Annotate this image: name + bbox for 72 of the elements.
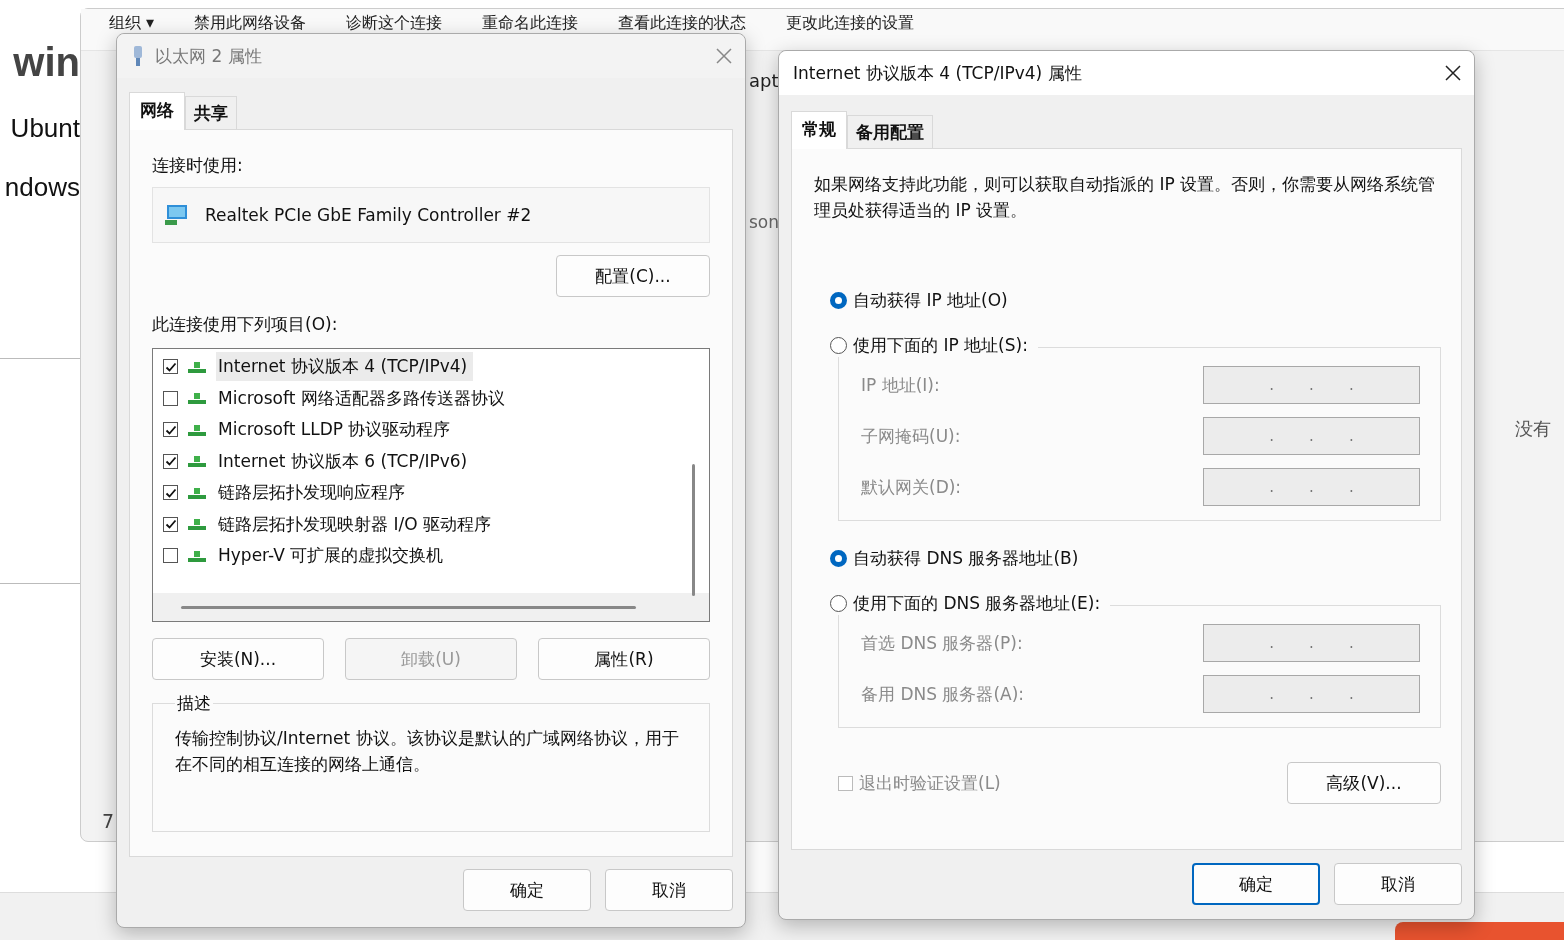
page-text: ndows — [4, 172, 80, 203]
group-title: 描述 — [176, 692, 212, 715]
scrollbar[interactable] — [692, 464, 695, 596]
tab[interactable]: 备用配置 — [847, 115, 933, 149]
ip-address-field[interactable]: . . . — [1203, 675, 1420, 713]
tab[interactable]: 共享 — [185, 96, 237, 130]
checkbox[interactable] — [163, 516, 178, 532]
adapter-text: apt — [749, 70, 779, 91]
ip-address-field[interactable]: . . . — [1203, 417, 1420, 455]
preview-text: 没有 — [1515, 417, 1551, 441]
action-button[interactable]: 属性(R) — [538, 638, 710, 680]
field-label: 子网掩码(U): — [861, 424, 961, 448]
field-label: 首选 DNS 服务器(P): — [861, 631, 1023, 655]
ip-address-field[interactable]: . . . — [1203, 366, 1420, 404]
network-component-icon — [188, 485, 206, 500]
toolbar-item[interactable]: 更改此连接的设置 — [786, 13, 915, 50]
section-label: 连接时使用: — [152, 154, 244, 177]
radio-button[interactable] — [830, 292, 847, 309]
option-label: 自动获得 DNS 服务器地址(B) — [853, 547, 1079, 570]
list-item[interactable]: Internet 协议版本 6 (TCP/IPv6) — [216, 446, 474, 476]
option-label: 使用下面的 IP 地址(S): — [853, 334, 1028, 357]
checkbox[interactable] — [163, 422, 178, 438]
list-item[interactable]: Microsoft 网络适配器多路传送器协议 — [216, 383, 511, 413]
ip-address-field[interactable]: . . . — [1203, 624, 1420, 662]
radio-button[interactable] — [830, 550, 847, 567]
advanced-button[interactable]: 高级(V)... — [1287, 762, 1441, 804]
checkbox-label: 退出时验证设置(L) — [859, 771, 1001, 795]
list-item[interactable]: Microsoft LLDP 协议驱动程序 — [216, 415, 457, 445]
configure-button[interactable]: 配置(C)... — [556, 255, 710, 297]
adapter-text: son — [749, 212, 780, 232]
intro-text: 如果网络支持此功能，则可以获取自动指派的 IP 设置。否则，你需要从网络系统管理员处获得适当的 IP 设置。 — [814, 173, 1437, 222]
list-item[interactable]: 链路层拓扑发现映射器 I/O 驱动程序 — [216, 509, 497, 539]
action-button[interactable]: 安装(N)... — [152, 638, 324, 680]
page-text: Ubunt — [10, 113, 80, 144]
dialog-button[interactable]: 取消 — [605, 869, 733, 911]
list-item[interactable]: Internet 协议版本 4 (TCP/IPv4) — [216, 352, 474, 382]
window-title: 以太网 2 属性 — [155, 44, 263, 68]
checkbox[interactable] — [163, 390, 178, 406]
description-text: 传输控制协议/Internet 协议。该协议是默认的广域网络协议，用于在不同的相互连接的网络上通信。 — [175, 727, 680, 776]
network-plug-icon — [131, 45, 145, 67]
option-label: 自动获得 IP 地址(O) — [853, 289, 1008, 312]
radio-button[interactable] — [830, 595, 847, 612]
dialog-button[interactable]: 确定 — [463, 869, 591, 911]
page-heading: win — [13, 40, 80, 85]
network-component-icon — [188, 359, 206, 374]
network-component-icon — [188, 548, 206, 563]
checkbox[interactable] — [163, 453, 178, 469]
adapter-name: Realtek PCIe GbE Family Controller #2 — [205, 205, 532, 225]
list-item[interactable]: Hyper-V 可扩展的虚拟交换机 — [216, 541, 450, 571]
network-component-icon — [188, 422, 206, 437]
field-label: 备用 DNS 服务器(A): — [861, 682, 1025, 706]
scrollbar[interactable] — [181, 606, 636, 609]
checkbox[interactable] — [163, 485, 178, 501]
tab[interactable]: 常规 — [791, 111, 847, 149]
network-component-icon — [188, 391, 206, 406]
list-item[interactable]: 链路层拓扑发现响应程序 — [216, 478, 411, 508]
field-label: IP 地址(I): — [861, 373, 940, 397]
section-label: 此连接使用下列项目(O): — [152, 314, 338, 334]
dialog-button[interactable]: 确定 — [1192, 863, 1320, 905]
option-label: 使用下面的 DNS 服务器地址(E): — [853, 592, 1101, 615]
tab[interactable]: 网络 — [129, 92, 185, 130]
field-label: 默认网关(D): — [861, 475, 962, 499]
close-icon[interactable] — [1444, 64, 1462, 82]
checkbox[interactable] — [163, 359, 178, 375]
dialog-button[interactable]: 取消 — [1334, 863, 1462, 905]
radio-button[interactable] — [830, 337, 847, 354]
ip-address-field[interactable]: . . . — [1203, 468, 1420, 506]
network-component-icon — [188, 454, 206, 469]
window-title: Internet 协议版本 4 (TCP/IPv4) 属性 — [793, 61, 1083, 85]
network-component-icon — [188, 517, 206, 532]
checkbox[interactable] — [163, 548, 178, 564]
item-count: 7 — [102, 810, 115, 832]
